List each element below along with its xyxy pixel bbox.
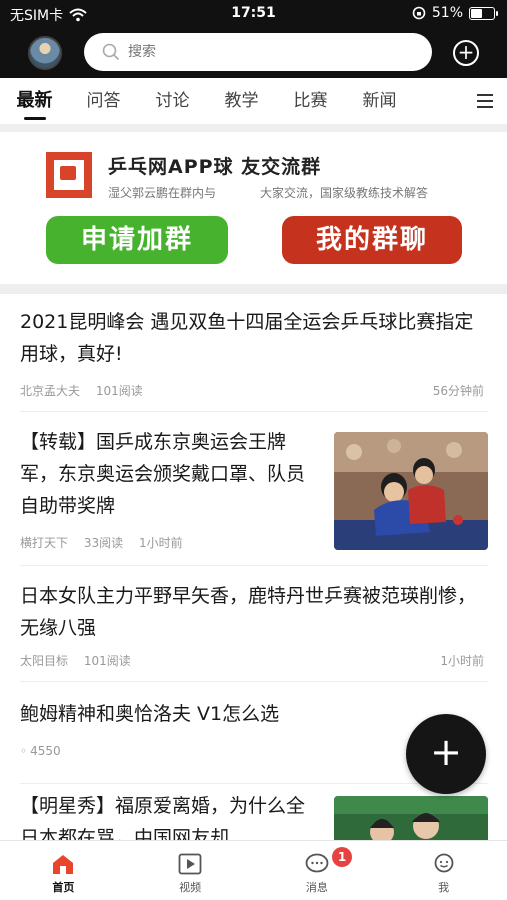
tab-matches[interactable]: 比赛: [276, 78, 345, 124]
tab-news[interactable]: 新闻: [345, 78, 414, 124]
article-reads: 101阅读: [95, 384, 143, 398]
article-reads: 33阅读: [83, 536, 124, 550]
nav-home-label: 首页: [52, 881, 75, 894]
article-reads: 101阅读: [83, 654, 131, 668]
banner-subtitle-right: 大家交流，国家级教练技术解答: [260, 186, 429, 200]
my-groups-button[interactable]: 我的群聊: [282, 216, 462, 264]
banner-subtitle-left: 湿父郭云鹏在群内与: [108, 186, 217, 200]
list-item[interactable]: 日本女队主力平野早矢香，鹿特丹世乒赛被范瑛削惨，无缘八强 太阳目标 101阅读 …: [20, 580, 488, 682]
plus-circle-icon[interactable]: +: [453, 40, 479, 66]
article-title: 日本女队主力平野早矢香，鹿特丹世乒赛被范瑛削惨，无缘八强: [20, 585, 477, 639]
article-meta: ◦ 4550: [20, 744, 73, 758]
article-author: 太阳目标: [20, 654, 69, 668]
banner-title: 乒乓网APP球 友交流群: [108, 156, 322, 178]
article-author: 北京孟大夫: [20, 384, 81, 398]
nav-video[interactable]: 视频: [127, 841, 254, 900]
home-icon: [53, 855, 74, 874]
article-title: 【转载】国乒成东京奥运会王牌军，东京奥运会颁奖戴口罩、队员自助带奖牌: [20, 431, 306, 517]
profile-icon: [434, 853, 454, 873]
article-time: 56分钟前: [432, 384, 484, 398]
article-time: 1小时前: [138, 536, 183, 550]
compose-button[interactable]: +: [406, 714, 486, 794]
unread-badge: 1: [332, 847, 353, 867]
nav-profile-label: 我: [438, 881, 450, 894]
search-icon: [102, 43, 120, 61]
nav-home[interactable]: 首页: [0, 841, 127, 900]
list-item[interactable]: 【转载】国乒成东京奥运会王牌军，东京奥运会颁奖戴口罩、队员自助带奖牌 横打天下 …: [20, 426, 488, 566]
article-time: 1小时前: [440, 654, 484, 668]
list-item[interactable]: 2021昆明峰会 遇见双鱼十四届全运会乒乓球比赛指定用球，真好! 北京孟大夫 1…: [20, 306, 488, 412]
bottom-nav: 首页 视频 消息 1 我: [0, 840, 507, 900]
article-meta: 北京孟大夫 101阅读: [20, 382, 155, 399]
tab-latest[interactable]: 最新: [0, 78, 69, 124]
search-box[interactable]: [84, 33, 432, 71]
top-bar: +: [0, 28, 507, 78]
group-banner[interactable]: 乒乓网APP球 友交流群 湿父郭云鹏在群内与 大家交流，国家级教练技术解答 申请…: [0, 132, 507, 284]
tab-teaching[interactable]: 教学: [207, 78, 276, 124]
nav-profile[interactable]: 我: [380, 841, 507, 900]
app-logo-icon: [46, 152, 92, 198]
divider: [0, 284, 507, 294]
divider: [0, 124, 507, 132]
article-thumbnail: [334, 796, 488, 840]
tab-qa[interactable]: 问答: [69, 78, 138, 124]
list-item[interactable]: 【明星秀】福原爱离婚，为什么全日本都在骂，中国网友却: [20, 790, 488, 840]
video-icon: [178, 853, 202, 875]
rotation-lock-icon: [412, 6, 426, 20]
nav-messages-label: 消息: [305, 881, 328, 894]
article-thumbnail: [334, 432, 488, 550]
category-tabs: 最新 问答 讨论 教学 比赛 新闻: [0, 78, 507, 124]
article-title: 【明星秀】福原爱离婚，为什么全日本都在骂，中国网友却: [20, 795, 306, 840]
article-meta: 太阳目标 101阅读: [20, 652, 143, 669]
tab-discussion[interactable]: 讨论: [138, 78, 207, 124]
article-meta: 横打天下 33阅读 1小时前: [20, 534, 195, 551]
join-group-button[interactable]: 申请加群: [46, 216, 228, 264]
article-title: 2021昆明峰会 遇见双鱼十四届全运会乒乓球比赛指定用球，真好!: [20, 311, 474, 365]
eye-icon: ◦: [20, 744, 28, 758]
avatar[interactable]: [28, 36, 62, 70]
menu-icon[interactable]: [477, 94, 493, 108]
search-input[interactable]: [128, 44, 408, 60]
battery-percent: 51%: [431, 5, 463, 21]
status-bar: 无SIM卡 17:51 51%: [0, 0, 507, 28]
article-reads: 4550: [30, 744, 61, 758]
nav-video-label: 视频: [179, 881, 202, 894]
article-author: 横打天下: [20, 536, 69, 550]
nav-messages[interactable]: 消息 1: [254, 841, 381, 900]
battery-icon: [469, 6, 498, 20]
message-icon: [305, 853, 329, 873]
